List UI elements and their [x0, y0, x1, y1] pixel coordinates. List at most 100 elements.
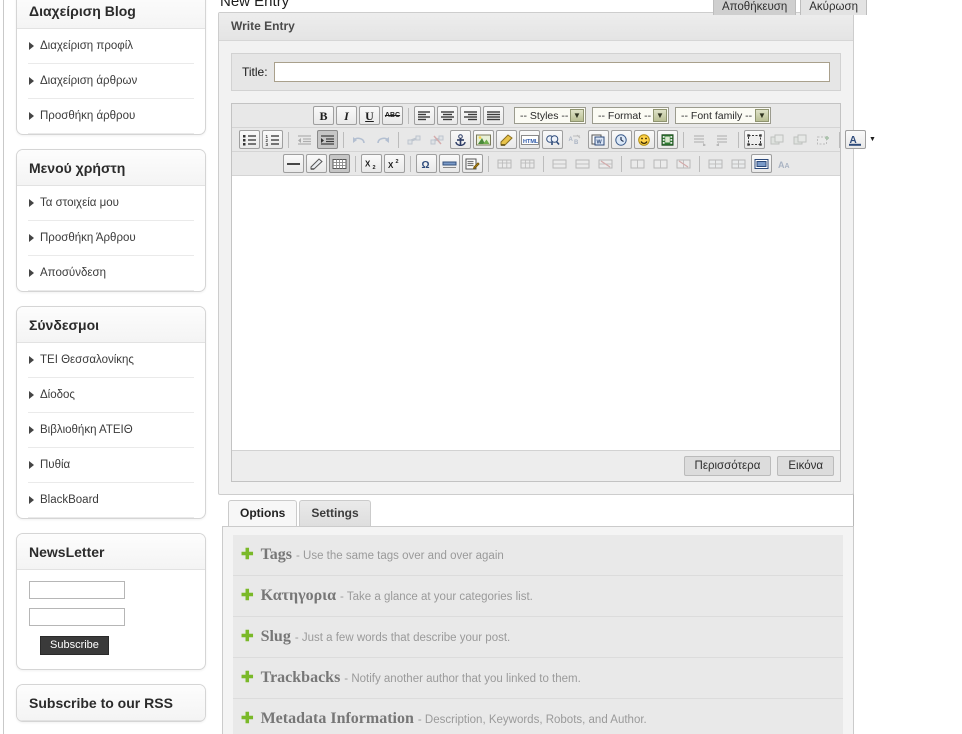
bullet-list-icon[interactable] — [239, 130, 260, 149]
sidebar-item[interactable]: Βιβλιοθήκη ΑΤΕΙΘ — [28, 413, 194, 448]
paste-word-icon[interactable]: W — [588, 130, 609, 149]
sidebar-item[interactable]: Δίοδος — [28, 378, 194, 413]
cancel-tab[interactable]: Ακύρωση — [800, 0, 867, 15]
column-after-icon[interactable] — [650, 154, 671, 173]
redo-icon[interactable] — [372, 130, 393, 149]
sidebar-item-label: Προσθήκη Άρθρου — [40, 232, 136, 244]
styles-select[interactable]: -- Styles --▼ — [514, 107, 586, 124]
delete-column-icon[interactable] — [673, 154, 694, 173]
svg-text:A: A — [569, 137, 574, 143]
tab-options[interactable]: Options — [228, 500, 297, 526]
title-input[interactable] — [274, 62, 830, 82]
media-icon[interactable] — [657, 130, 678, 149]
accordion-item[interactable]: ✚Trackbacks- Notify another author that … — [233, 658, 843, 699]
unlink-icon[interactable] — [427, 130, 448, 149]
accordion-item[interactable]: ✚Tags- Use the same tags over and over a… — [233, 535, 843, 576]
sidebar-item[interactable]: Τα στοιχεία μου — [28, 186, 194, 221]
anchor-icon[interactable] — [450, 130, 471, 149]
undo-icon[interactable] — [349, 130, 370, 149]
layer-forward-icon[interactable] — [767, 130, 788, 149]
toggle-guidelines-icon[interactable] — [329, 154, 350, 173]
accordion-item-title: Trackbacks — [261, 669, 341, 687]
editor-content-area[interactable] — [232, 176, 840, 450]
text-color-dropdown-icon[interactable]: ▼ — [868, 130, 877, 149]
merge-cells-icon[interactable] — [728, 154, 749, 173]
toolbar-separator — [839, 132, 840, 148]
newsletter-email-input[interactable] — [29, 608, 125, 626]
font-family-select[interactable]: -- Font family --▼ — [675, 107, 771, 124]
write-entry-panel: Write Entry Title: BIUABC-- Styles --▼--… — [218, 12, 854, 495]
more-button[interactable]: Περισσότερα — [684, 456, 772, 476]
align-center-icon[interactable] — [437, 106, 458, 125]
sidebar-item-label: Δίοδος — [40, 389, 75, 401]
special-character-icon[interactable]: Ω — [416, 154, 437, 173]
align-right-icon[interactable] — [460, 106, 481, 125]
image-button[interactable]: Εικόνα — [777, 456, 834, 476]
horizontal-rule-icon[interactable] — [283, 154, 304, 173]
sidebar-item[interactable]: Πυθία — [28, 448, 194, 483]
insert-layer-icon[interactable] — [813, 130, 834, 149]
chevron-down-icon[interactable]: ▼ — [653, 109, 667, 122]
newsletter-name-input[interactable] — [29, 581, 125, 599]
tab-settings[interactable]: Settings — [299, 500, 370, 526]
ltr-icon[interactable] — [689, 130, 710, 149]
search-icon[interactable] — [542, 130, 563, 149]
html-source-icon[interactable]: HTML — [519, 130, 540, 149]
subscript-icon[interactable]: X2 — [361, 154, 382, 173]
accordion-item[interactable]: ✚Slug- Just a few words that describe yo… — [233, 617, 843, 658]
accordion-item[interactable]: ✚Metadata Information- Description, Keyw… — [233, 699, 843, 734]
bold-icon[interactable]: B — [313, 106, 334, 125]
strikethrough-icon[interactable]: ABC — [382, 106, 403, 125]
remove-format-icon[interactable] — [306, 154, 327, 173]
fullscreen-icon[interactable] — [751, 154, 772, 173]
sidebar-box-body: Διαχείριση προφίλ Διαχείριση άρθρωνΠροσθή… — [17, 29, 205, 134]
indent-icon[interactable] — [317, 130, 338, 149]
rtl-icon[interactable] — [712, 130, 733, 149]
sidebar-item[interactable]: ΤΕΙ Θεσσαλονίκης — [28, 343, 194, 378]
style-props-icon[interactable]: AA — [774, 154, 795, 173]
row-after-icon[interactable] — [572, 154, 593, 173]
sidebar-item[interactable]: Διαχείριση άρθρων — [28, 64, 194, 99]
sidebar-item-label: Διαχείριση προφίλ — [40, 40, 133, 52]
insert-date-icon[interactable] — [611, 130, 632, 149]
chevron-right-icon — [29, 269, 34, 277]
row-before-icon[interactable] — [549, 154, 570, 173]
sidebar-item[interactable]: Διαχείριση προφίλ — [28, 29, 194, 64]
cleanup-icon[interactable] — [496, 130, 517, 149]
numbered-list-icon[interactable]: 123 — [262, 130, 283, 149]
chevron-down-icon[interactable]: ▼ — [570, 109, 584, 122]
accordion-item[interactable]: ✚Κατηγορια- Take a glance at your catego… — [233, 576, 843, 617]
format-select[interactable]: -- Format --▼ — [592, 107, 669, 124]
replace-icon[interactable]: AB — [565, 130, 586, 149]
superscript-icon[interactable]: X2 — [384, 154, 405, 173]
text-color-icon[interactable]: A — [845, 130, 866, 149]
sidebar-item[interactable]: Προσθήκη άρθρου — [28, 99, 194, 134]
outdent-icon[interactable] — [294, 130, 315, 149]
sidebar-item[interactable]: Προσθήκη Άρθρου — [28, 221, 194, 256]
insert-page-break-icon[interactable] — [439, 154, 460, 173]
insert-table-icon[interactable] — [494, 154, 515, 173]
subscribe-button[interactable]: Subscribe — [40, 636, 109, 655]
insert-image-icon[interactable] — [473, 130, 494, 149]
underline-icon[interactable]: U — [359, 106, 380, 125]
column-before-icon[interactable] — [627, 154, 648, 173]
align-justify-icon[interactable] — [483, 106, 504, 125]
emoticon-icon[interactable] — [634, 130, 655, 149]
layer-backward-icon[interactable] — [790, 130, 811, 149]
toolbar-separator — [408, 108, 409, 124]
visual-aid-icon[interactable] — [744, 130, 765, 149]
rich-text-editor: BIUABC -- Styles --▼ -- Format --▼ -- Font … — [231, 103, 841, 482]
italic-icon[interactable]: I — [336, 106, 357, 125]
chevron-down-icon[interactable]: ▼ — [755, 109, 769, 122]
link-icon[interactable] — [404, 130, 425, 149]
delete-row-icon[interactable] — [595, 154, 616, 173]
sidebar-box-heading: NewsLetter — [17, 534, 205, 570]
editor-toolbar-row-3: X2X2 Ω AA — [232, 152, 840, 176]
sidebar-item[interactable]: Αποσύνδεση — [28, 256, 194, 291]
sidebar-item[interactable]: BlackBoard — [28, 483, 194, 518]
split-cells-icon[interactable] — [705, 154, 726, 173]
edit-css-icon[interactable] — [462, 154, 483, 173]
save-tab[interactable]: Αποθήκευση — [713, 0, 796, 15]
table-properties-icon[interactable] — [517, 154, 538, 173]
align-left-icon[interactable] — [414, 106, 435, 125]
